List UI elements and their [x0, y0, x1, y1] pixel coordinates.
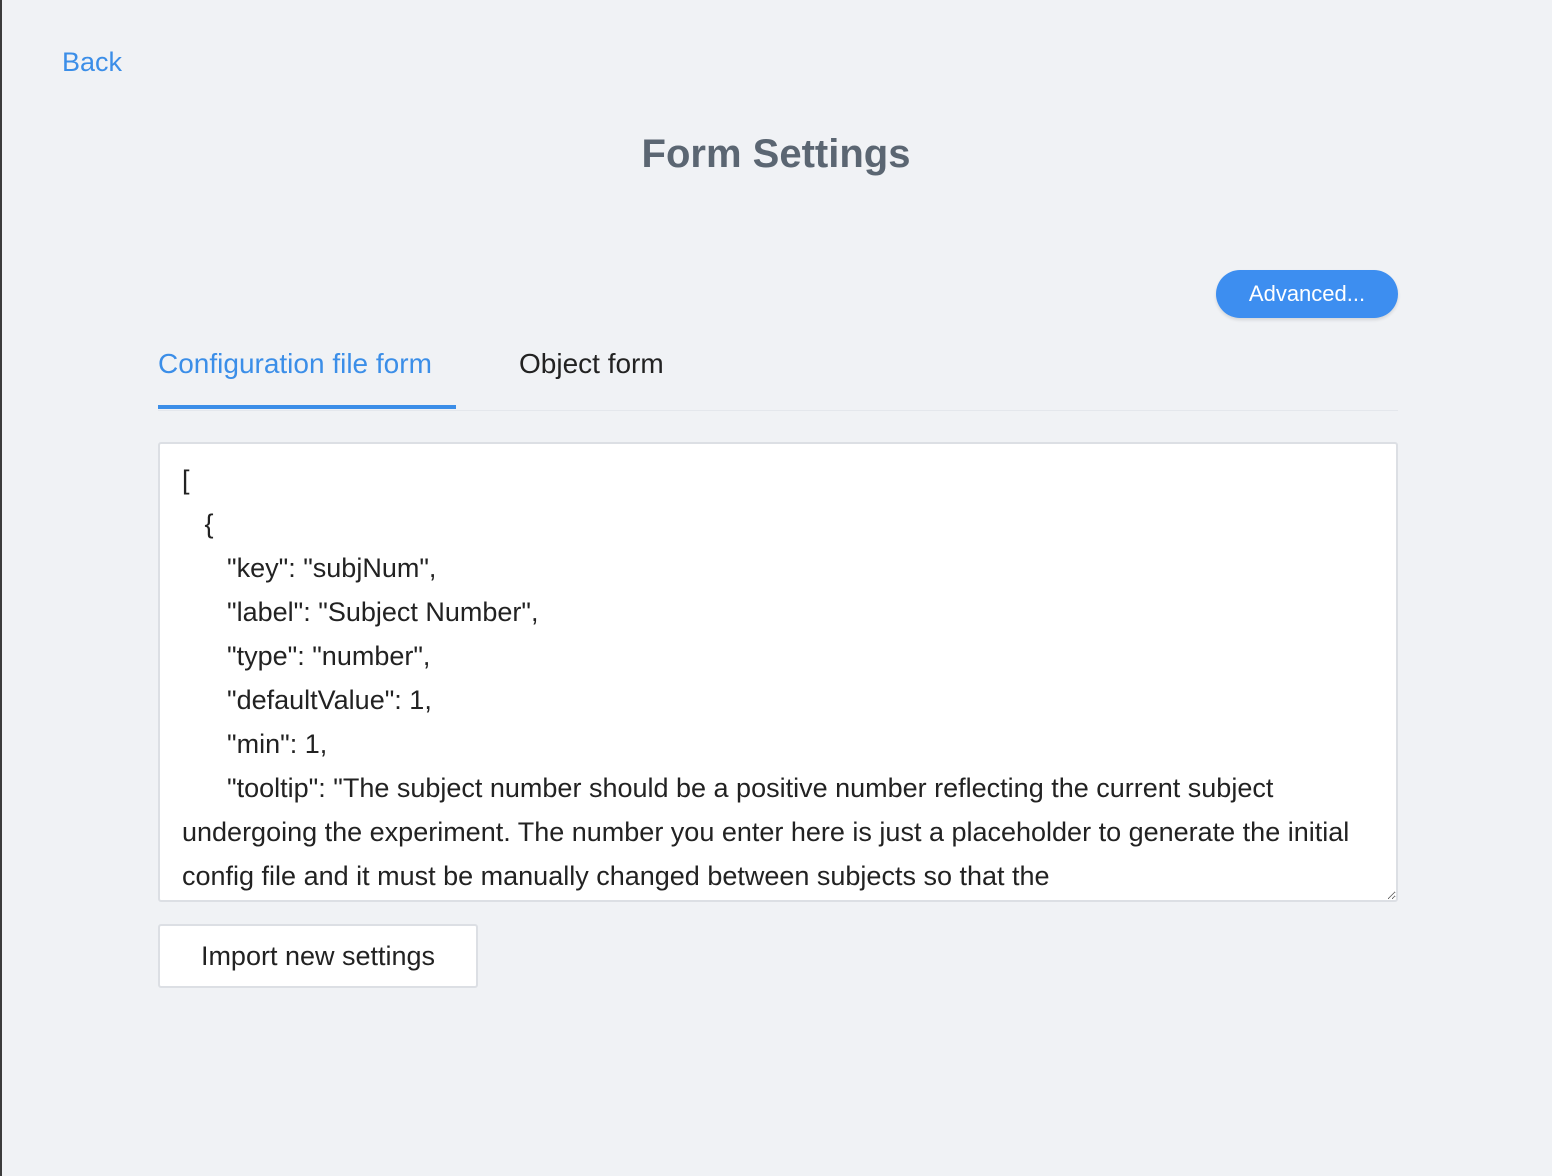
page-title: Form Settings — [641, 132, 911, 176]
tab-bar: Configuration file form Object form — [158, 334, 1398, 411]
tab-configuration-file-form[interactable]: Configuration file form — [158, 344, 432, 384]
back-link[interactable]: Back — [62, 44, 122, 80]
import-settings-button[interactable]: Import new settings — [158, 924, 478, 988]
tab-object-form[interactable]: Object form — [519, 344, 664, 384]
config-json-editor[interactable] — [158, 442, 1398, 902]
active-tab-indicator — [158, 405, 456, 409]
advanced-button[interactable]: Advanced... — [1216, 270, 1398, 318]
